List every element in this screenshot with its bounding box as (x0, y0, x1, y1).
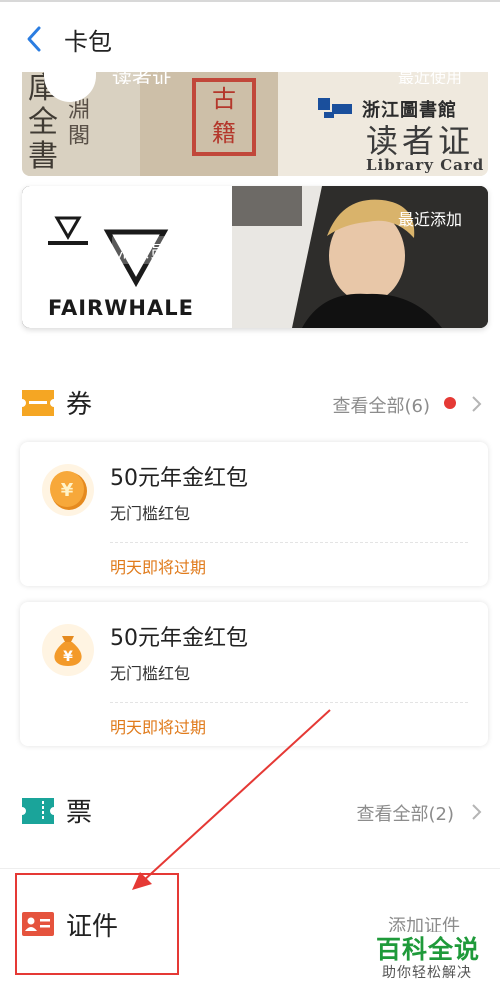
library-logo-icon (318, 98, 352, 118)
chevron-right-icon[interactable] (470, 395, 482, 413)
coupons-view-all-link[interactable]: 查看全部(6) (333, 392, 431, 418)
red-seal-image: 古籍 (192, 78, 256, 156)
library-card-face: 浙江圖書館 读者证 Library Card (278, 72, 488, 176)
coupon-divider (110, 542, 468, 543)
watermark-slogan: 助你轻松解决 (382, 965, 472, 981)
coupon-description: 无门槛红包 (110, 664, 191, 683)
library-card-subtitle: Library Card (366, 156, 485, 174)
ticket-icon (22, 798, 54, 824)
library-card-seal-area: 古籍 (140, 72, 278, 176)
chevron-right-icon[interactable] (470, 803, 482, 821)
fairwhale-logo-icon (48, 216, 88, 245)
coupon-title: 50元年金红包 (110, 626, 248, 651)
top-bar: 卡包 (0, 0, 500, 72)
add-id-link[interactable]: 添加证件 (388, 912, 460, 932)
annotation-highlight-box (15, 873, 179, 975)
member-level-badge: 准会员 (112, 236, 173, 264)
coupon-icon (22, 390, 54, 416)
coupon-expiry: 明天即将过期 (110, 558, 207, 577)
tickets-section-title: 票 (66, 798, 93, 828)
fairwhale-card-tag: 最近添加 (397, 210, 462, 229)
watermark-brand: 百科全说 (376, 935, 481, 964)
coupon-card[interactable]: ¥ 50元年金红包 无门槛红包 明天即将过期 (20, 442, 488, 586)
coupon-description: 无门槛红包 (110, 504, 191, 523)
fairwhale-card-name: 马克华菲 (112, 208, 201, 233)
fairwhale-brand-text: FAIRWHALE (48, 296, 194, 320)
unread-dot (444, 397, 456, 409)
library-card-tag: 最近使用 (397, 72, 462, 84)
annotation-arrow (132, 709, 331, 890)
coupon-title: 50元年金红包 (110, 466, 248, 491)
tickets-view-all-link[interactable]: 查看全部(2) (357, 800, 455, 826)
svg-text:¥: ¥ (63, 649, 73, 665)
library-card[interactable]: 庫全書 文淵閣 古籍 浙江圖書館 读者证 Library Card 读者证 最近… (22, 72, 488, 176)
svg-text:¥: ¥ (61, 480, 74, 501)
coupons-section-header[interactable]: 券 查看全部(6) (0, 376, 500, 432)
coupons-section-title: 券 (66, 390, 93, 420)
library-card-name: 读者证 (112, 72, 172, 84)
chevron-left-icon[interactable] (22, 24, 48, 54)
page-title: 卡包 (64, 28, 112, 56)
fairwhale-avatar (42, 204, 94, 256)
money-bag-icon: ¥ (42, 624, 94, 676)
gold-coin-icon: ¥ (42, 464, 94, 516)
fairwhale-card[interactable]: 马克华菲 准会员 最近添加 FAIRWHALE (22, 186, 488, 328)
